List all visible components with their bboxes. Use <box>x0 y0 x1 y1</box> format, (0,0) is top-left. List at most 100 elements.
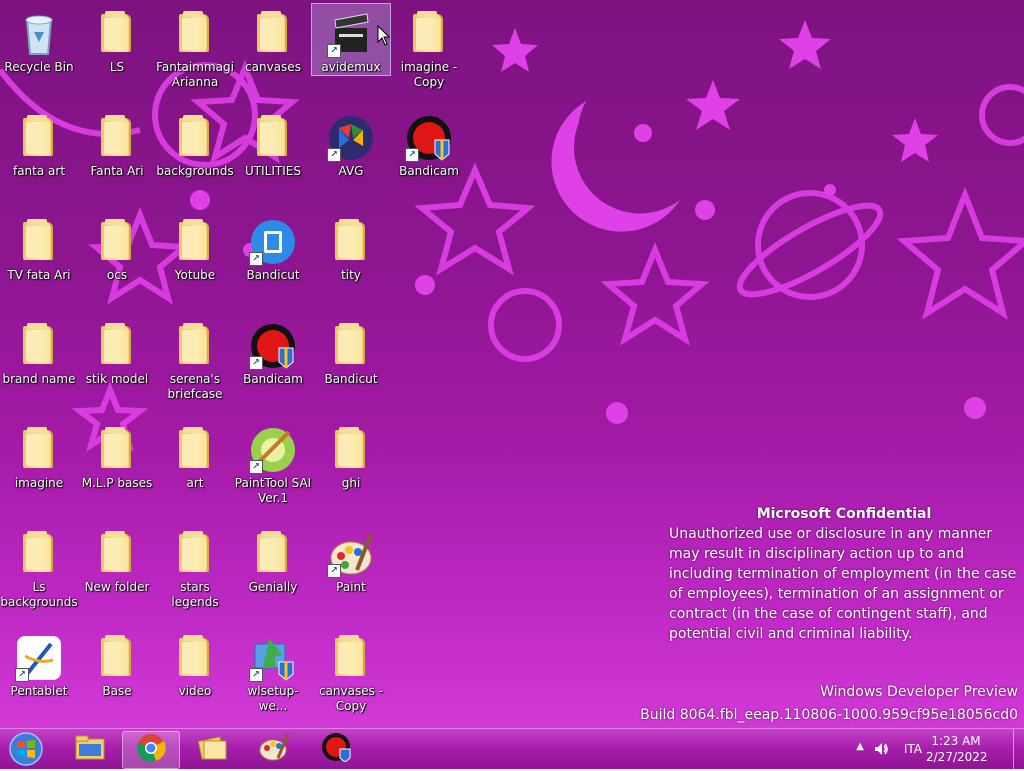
desktop-icon[interactable]: ↗ Bandicam <box>234 316 312 387</box>
icon-glyph <box>327 634 375 682</box>
desktop-icon[interactable]: ↗ Bandicam <box>390 108 468 179</box>
icon-label: Yotube <box>174 268 216 282</box>
icon-glyph: ↗ <box>249 322 297 370</box>
desktop-icon[interactable]: canvases <box>234 4 312 75</box>
taskbar-button-chrome[interactable] <box>122 731 180 769</box>
folder-icon <box>101 219 131 260</box>
icon-label: PaintTool SAI Ver.1 <box>234 476 312 505</box>
taskbar-button-folders[interactable] <box>184 731 240 767</box>
desktop-icon[interactable]: ↗ wlsetup-we... <box>234 628 312 714</box>
desktop-icon[interactable]: backgrounds <box>156 108 234 179</box>
volume-icon[interactable] <box>873 741 889 757</box>
folder-icon <box>179 427 209 468</box>
icon-label: tity <box>341 268 361 282</box>
desktop-icon[interactable]: ↗ AVG <box>312 108 390 179</box>
icon-label: Fantaimmagi Arianna <box>156 60 234 89</box>
icon-label: LS <box>109 60 125 74</box>
desktop-icon[interactable]: ↗ Paint <box>312 524 390 595</box>
desktop-icon[interactable]: stik model <box>78 316 156 387</box>
icon-label: Pentablet <box>10 684 68 698</box>
desktop-icon[interactable]: serena's briefcase <box>156 316 234 402</box>
icon-glyph: ↗ <box>405 114 453 162</box>
input-language[interactable]: ITA <box>904 742 922 756</box>
taskbar-button-paint[interactable] <box>246 731 302 767</box>
desktop-icon[interactable]: stars legends <box>156 524 234 610</box>
desktop-icon[interactable]: ↗ Bandicut <box>234 212 312 283</box>
icon-glyph: ↗ <box>249 218 297 266</box>
desktop-icon[interactable]: M.L.P bases <box>78 420 156 491</box>
icon-label: Fanta Ari <box>90 164 144 178</box>
desktop-icon[interactable]: Bandicut <box>312 316 390 387</box>
desktop-icon[interactable]: ↗ Pentablet <box>0 628 78 699</box>
folder-icon <box>179 115 209 156</box>
desktop-icon[interactable]: ocs <box>78 212 156 283</box>
taskbar-button-file-explorer[interactable] <box>62 731 118 767</box>
icon-glyph: ↗ <box>249 426 297 474</box>
icon-glyph <box>15 426 63 474</box>
icon-label: stik model <box>85 372 149 386</box>
desktop-icon[interactable]: Fantaimmagi Arianna <box>156 4 234 90</box>
icon-label: Ls backgrounds <box>0 580 78 609</box>
clock-date: 2/27/2022 <box>926 750 988 764</box>
show-desktop-button[interactable] <box>1013 729 1024 769</box>
desktop-icon[interactable]: art <box>156 420 234 491</box>
icon-glyph <box>171 218 219 266</box>
icon-label: TV fata Ari <box>7 268 71 282</box>
folder-icon <box>413 11 443 52</box>
clock-time: 1:23 AM <box>931 734 981 748</box>
desktop-icon[interactable]: Genially <box>234 524 312 595</box>
folder-icon <box>179 531 209 572</box>
shortcut-arrow-icon: ↗ <box>327 564 341 578</box>
icon-glyph <box>249 114 297 162</box>
shortcut-arrow-icon: ↗ <box>15 668 29 682</box>
shortcut-arrow-icon: ↗ <box>327 44 341 58</box>
desktop-icon[interactable]: ghi <box>312 420 390 491</box>
desktop-icon[interactable]: Fanta Ari <box>78 108 156 179</box>
icon-glyph <box>171 322 219 370</box>
desktop-icon[interactable]: UTILITIES <box>234 108 312 179</box>
desktop-icon[interactable]: fanta art <box>0 108 78 179</box>
desktop-icon[interactable]: TV fata Ari <box>0 212 78 283</box>
icon-label: New folder <box>84 580 150 594</box>
icon-label: Bandicam <box>399 164 459 178</box>
icon-label: M.L.P bases <box>81 476 153 490</box>
icon-glyph <box>171 634 219 682</box>
desktop-icon[interactable]: Base <box>78 628 156 699</box>
folder-icon <box>23 427 53 468</box>
folder-icon <box>179 323 209 364</box>
desktop-icon[interactable]: brand name <box>0 316 78 387</box>
desktop-icon[interactable]: Recycle Bin <box>0 4 78 75</box>
icon-label: Base <box>102 684 132 698</box>
desktop-icon[interactable]: Yotube <box>156 212 234 283</box>
show-hidden-icons-icon[interactable]: ▲ <box>856 741 864 752</box>
desktop-icon[interactable]: imagine <box>0 420 78 491</box>
desktop-icon[interactable]: ↗ PaintTool SAI Ver.1 <box>234 420 312 506</box>
clock[interactable]: 1:23 AM 2/27/2022 <box>926 733 988 765</box>
icon-label: AVG <box>338 164 364 178</box>
taskbar-button-bandicam[interactable] <box>308 731 364 767</box>
desktop-icon[interactable]: Ls backgrounds <box>0 524 78 610</box>
icon-glyph <box>15 322 63 370</box>
desktop-icon[interactable]: tity <box>312 212 390 283</box>
desktop-icon[interactable]: video <box>156 628 234 699</box>
folder-stack-icon <box>196 733 228 765</box>
desktop-icon[interactable]: New folder <box>78 524 156 595</box>
icon-glyph <box>93 634 141 682</box>
folder-icon <box>101 531 131 572</box>
confidential-body: Unauthorized use or disclosure in any ma… <box>669 526 1017 642</box>
shortcut-arrow-icon: ↗ <box>249 460 263 474</box>
start-button[interactable] <box>6 731 46 767</box>
desktop-icon[interactable]: LS <box>78 4 156 75</box>
folder-icon <box>23 531 53 572</box>
icon-glyph: ↗ <box>327 114 375 162</box>
desktop-icon[interactable]: canvases - Copy <box>312 628 390 714</box>
icon-glyph <box>93 530 141 578</box>
icon-label: Paint <box>336 580 366 594</box>
desktop-icon[interactable]: imagine - Copy <box>390 4 468 90</box>
confidential-notice: Microsoft Confidential Unauthorized use … <box>669 504 1019 644</box>
icon-label: Bandicut <box>324 372 378 386</box>
icon-label: backgrounds <box>156 164 234 178</box>
windows-edition: Windows Developer Preview <box>820 684 1018 700</box>
icon-label: UTILITIES <box>245 164 301 178</box>
folder-icon <box>23 115 53 156</box>
